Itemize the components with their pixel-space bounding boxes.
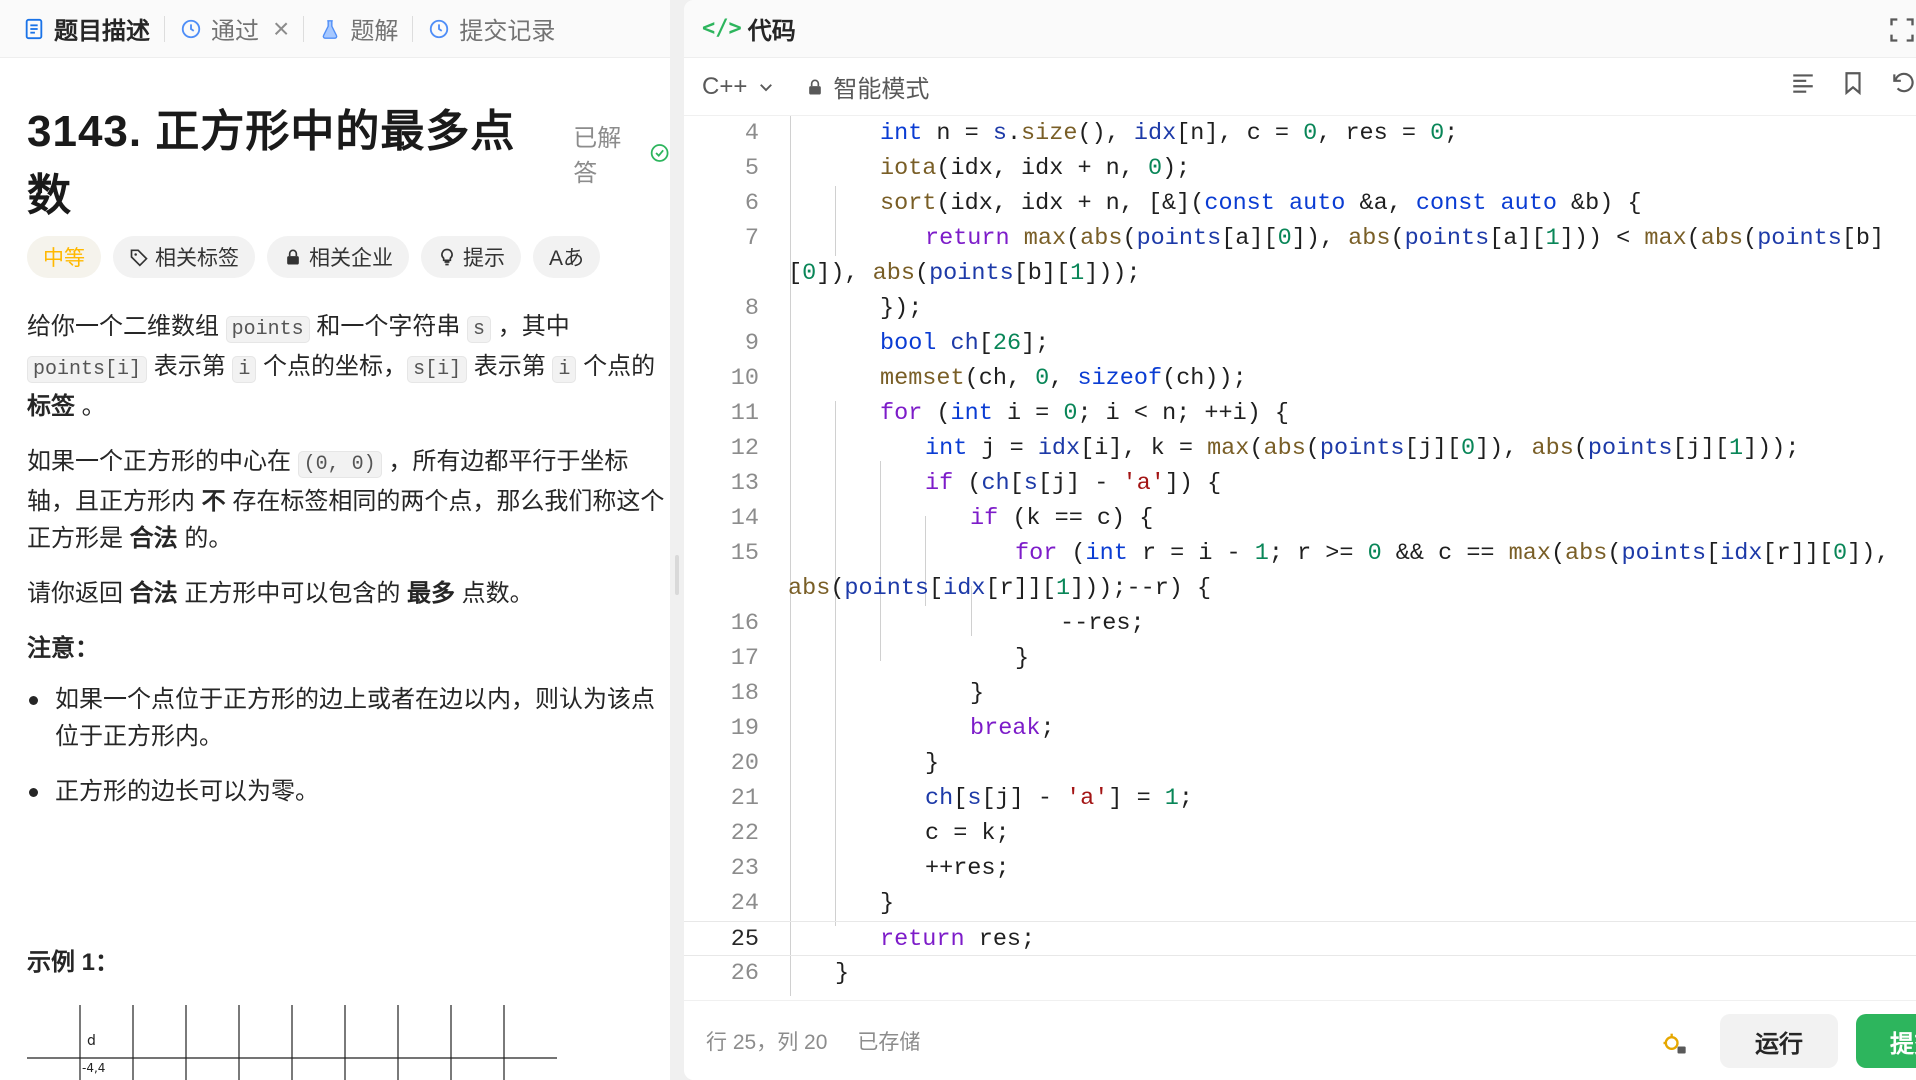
code-line: 5 iota(idx, idx + n, 0); <box>744 155 1191 182</box>
tab-solutions[interactable]: 题解 <box>318 11 398 46</box>
format-icon[interactable] <box>1790 70 1816 96</box>
code-line: 8}); <box>744 295 923 322</box>
tab-description[interactable]: 题目描述 <box>22 11 150 46</box>
code-line: [0]), abs(points[b][1])); <box>788 260 1141 287</box>
problem-tabs: 题目描述 通过 × 题解 提交记录 <box>0 0 670 58</box>
history-icon <box>427 17 451 41</box>
hint-label: 提示 <box>463 247 505 270</box>
code-line: abs(points[idx[r]][1]));--r) { <box>788 575 1212 602</box>
grid-point-coord: -4,4 <box>82 1061 105 1075</box>
history-icon <box>179 17 203 41</box>
tab-divider <box>303 15 305 42</box>
code-line: 6 sort(idx, idx + n, [&](const auto &a, c… <box>744 190 1642 217</box>
editor-statusbar: 行 25，列 20 已存储 运行 提交 <box>684 1000 1916 1080</box>
desc-paragraph-3: 请你返回 合法 正方形中可以包含的 最多 点数。 <box>27 580 534 607</box>
note-list: 如果一个点位于正方形的边上或者在边以内，则认为该点位于正方形内。 正方形的边长可… <box>27 681 667 810</box>
code-line: 16 --res; <box>730 610 1145 637</box>
smart-mode-label: 智能模式 <box>833 76 930 103</box>
tab-submissions[interactable]: 提交记录 <box>427 11 555 46</box>
related-tags-button[interactable]: 相关标签 <box>113 236 255 278</box>
code-line: 21 ch[s[j] - 'a'] = 1; <box>730 785 1194 812</box>
code-line: 18} <box>730 680 985 707</box>
code-panel-header: </> 代码 <box>684 0 1916 58</box>
list-item: 如果一个点位于正方形的边上或者在边以内，则认为该点位于正方形内。 <box>27 681 667 755</box>
tab-accepted[interactable]: 通过 × <box>179 11 289 46</box>
tab-submissions-label: 提交记录 <box>459 18 556 45</box>
code-editor[interactable]: 4 int n = s.size(), idx[n], c = 0, res = … <box>684 116 1916 996</box>
problem-title: 3143. 正方形中的最多点数 <box>27 107 516 220</box>
description-icon <box>22 17 46 41</box>
code-line: 11 for (int i = 0; i < n; ++i) { <box>730 400 1290 427</box>
tab-accepted-label: 通过 <box>211 18 259 45</box>
code-line: 22 c = k; <box>730 820 1010 847</box>
font-size-button[interactable]: Aあ <box>533 236 601 278</box>
problem-description: 给你一个二维数组 points 和一个字符串 s ，其中 points[i] 表… <box>27 308 667 828</box>
problem-title-row: 3143. 正方形中的最多点数 已解答 <box>27 95 670 223</box>
code-line: 10 memset(ch, 0, sizeof(ch)); <box>730 365 1247 392</box>
tab-divider <box>412 15 414 42</box>
code-line: 19 break; <box>730 715 1055 742</box>
tab-solutions-label: 题解 <box>350 18 399 45</box>
editor-toolbar: C++ 智能模式 <box>684 58 1916 116</box>
code-line: 4 int n = s.size(), idx[n], c = 0, res = … <box>744 120 1459 147</box>
problem-panel: 题目描述 通过 × 题解 提交记录 3143. 正方形中的最多点数 已解答 中等… <box>0 0 670 1080</box>
code-line: 24} <box>730 890 895 917</box>
debug-icon[interactable] <box>1660 1029 1688 1057</box>
code-icon: </> <box>702 16 742 41</box>
grid-point-label: d <box>87 1033 96 1049</box>
reset-icon[interactable] <box>1890 70 1916 96</box>
tab-description-label: 题目描述 <box>54 18 150 45</box>
close-icon[interactable]: × <box>273 13 289 45</box>
fullscreen-icon[interactable] <box>1888 16 1916 44</box>
flask-icon <box>318 17 342 41</box>
panel-resize-divider[interactable] <box>670 0 684 1080</box>
code-line: 13 if (ch[s[j] - 'a']) { <box>730 470 1222 497</box>
submit-button[interactable]: 提交 <box>1856 1014 1916 1068</box>
save-status: 已存储 <box>857 1030 921 1054</box>
lock-icon <box>287 249 299 265</box>
code-panel: </> 代码 C++ 智能模式 4 int n = s.size(), idx[… <box>684 0 1916 1080</box>
problem-tags-row: 中等 相关标签 相关企业 提示 Aあ <box>27 236 601 278</box>
related-companies-label: 相关企业 <box>309 247 393 270</box>
editor-actions <box>1790 70 1916 96</box>
code-line: 12 int j = idx[i], k = max(abs(points[j][… <box>730 435 1800 462</box>
list-item: 正方形的边长可以为零。 <box>27 773 667 810</box>
code-panel-title: 代码 <box>747 18 796 45</box>
example-heading: 示例 1： <box>27 949 120 976</box>
hint-button[interactable]: 提示 <box>421 236 521 278</box>
code-line: 15 for (int r = i - 1; r >= 0 && c == max… <box>730 540 1890 567</box>
check-circle-icon <box>650 144 669 162</box>
cursor-position: 行 25，列 20 <box>706 1030 828 1054</box>
code-line: 20} <box>730 750 940 777</box>
code-line: 14 if (k == c) { <box>730 505 1154 532</box>
code-line: 17} <box>730 645 1030 672</box>
tab-divider <box>164 15 165 42</box>
language-select[interactable]: C++ <box>702 73 775 101</box>
code-line: 26} <box>730 960 850 987</box>
app-root: 题目描述 通过 × 题解 提交记录 3143. 正方形中的最多点数 已解答 中等… <box>0 0 1916 1080</box>
tag-icon <box>130 249 148 267</box>
chevron-down-icon <box>760 83 773 91</box>
translate-icon: Aあ <box>549 247 585 270</box>
code-line: 7 return max(abs(points[a][0]), abs(point… <box>744 225 1885 252</box>
lock-icon <box>809 79 822 94</box>
lightbulb-icon <box>441 248 453 266</box>
code-line: 9 bool ch[26]; <box>744 330 1050 357</box>
solved-status: 已解答 <box>573 118 670 188</box>
smart-mode-toggle[interactable]: 智能模式 <box>805 69 929 104</box>
code-line-current: 25 return res; <box>684 921 1916 956</box>
example-grid-image: d -4,4 <box>27 1005 557 1080</box>
desc-paragraph-1: 给你一个二维数组 points 和一个字符串 s ，其中 points[i] 表… <box>27 313 656 420</box>
note-heading: 注意： <box>27 635 99 662</box>
drag-handle[interactable] <box>675 555 679 595</box>
desc-paragraph-2: 如果一个正方形的中心在 (0, 0) ，所有边都平行于坐标轴，且正方形内 不 存… <box>27 448 665 552</box>
related-tags-label: 相关标签 <box>155 247 239 270</box>
related-companies-button[interactable]: 相关企业 <box>267 236 409 278</box>
code-line: 23 ++res; <box>730 855 1010 882</box>
difficulty-badge: 中等 <box>27 236 101 278</box>
solved-label: 已解答 <box>573 125 622 187</box>
run-button[interactable]: 运行 <box>1720 1014 1838 1068</box>
language-label: C++ <box>702 72 748 100</box>
bookmark-icon[interactable] <box>1840 70 1866 96</box>
